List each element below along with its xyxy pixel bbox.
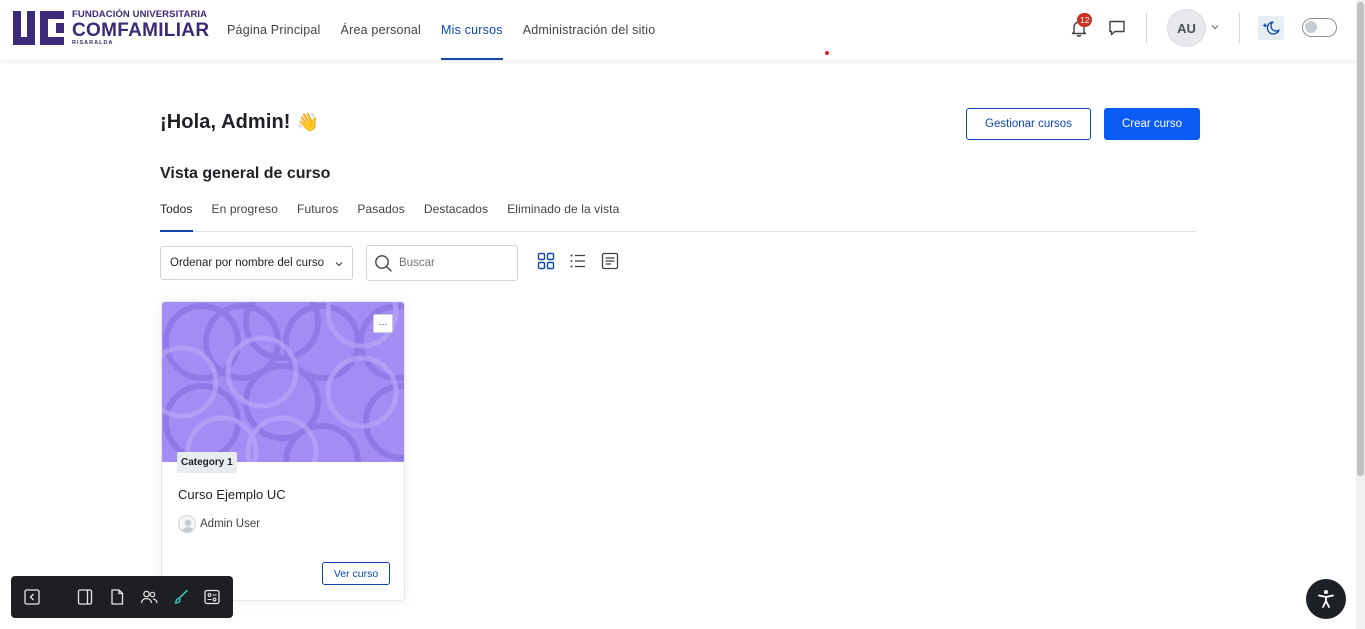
site-logo[interactable]: FUNDACIÓN UNIVERSITARIA COMFAMILIAR RISA… <box>12 9 209 47</box>
create-course-button[interactable]: Crear curso <box>1104 108 1200 140</box>
search-icon <box>375 255 392 272</box>
card-view-icon[interactable] <box>537 252 555 270</box>
page-scrollbar[interactable] <box>1356 0 1365 629</box>
logo-line-3: RISARALDA <box>72 39 114 46</box>
user-icon <box>181 519 195 532</box>
toggle-knob <box>1305 21 1317 33</box>
sort-dropdown-label: Ordenar por nombre del curso <box>170 257 325 269</box>
top-navbar: FUNDACIÓN UNIVERSITARIA COMFAMILIAR RISA… <box>0 0 1356 60</box>
nav-link-dashboard[interactable]: Área personal <box>341 0 421 60</box>
course-card[interactable]: ··· Category 1 Curso Ejemplo UC Admin Us… <box>161 301 405 601</box>
user-avatar-button[interactable]: AU <box>1167 9 1206 47</box>
logo-line-2: COMFAMILIAR <box>72 19 210 41</box>
nav-link-my-courses[interactable]: Mis cursos <box>440 0 503 60</box>
moon-stars-icon <box>1262 21 1280 35</box>
chevron-down-icon[interactable] <box>1210 22 1220 32</box>
course-teacher: Admin User <box>178 515 260 533</box>
tab-past[interactable]: Pasados <box>357 186 404 231</box>
list-view-icon[interactable] <box>569 252 587 270</box>
course-search-box <box>366 245 518 281</box>
navbar-divider <box>1146 13 1147 43</box>
page-greeting: ¡Hola, Admin! 👋 <box>160 111 319 134</box>
waving-hand-icon: 👋 <box>296 112 320 132</box>
logo-mark-icon <box>13 11 64 45</box>
accessibility-button[interactable] <box>1306 579 1346 619</box>
tab-all[interactable]: Todos <box>160 186 193 232</box>
settings-panel-icon[interactable] <box>203 588 221 606</box>
tab-hidden[interactable]: Eliminado de la vista <box>507 186 619 231</box>
nav-link-home[interactable]: Página Principal <box>227 0 321 60</box>
indicator-dot <box>825 51 829 55</box>
sort-dropdown[interactable]: Ordenar por nombre del curso <box>160 246 353 280</box>
teacher-name: Admin User <box>200 518 261 530</box>
accessibility-icon <box>1318 590 1334 608</box>
logo-text: FUNDACIÓN UNIVERSITARIA COMFAMILIAR RISA… <box>72 10 209 46</box>
tab-future[interactable]: Futuros <box>297 186 338 231</box>
course-category-badge: Category 1 <box>177 452 237 473</box>
section-title: Vista general de curso <box>160 165 331 182</box>
tab-in-progress[interactable]: En progreso <box>212 186 278 231</box>
dark-mode-button[interactable] <box>1258 16 1284 40</box>
tab-starred[interactable]: Destacados <box>424 186 488 231</box>
teacher-avatar <box>178 515 196 533</box>
course-actions-menu-button[interactable]: ··· <box>373 314 393 333</box>
search-input[interactable] <box>399 254 509 272</box>
drawer-icon[interactable] <box>76 588 94 606</box>
brush-icon[interactable] <box>172 588 190 606</box>
greeting-text: ¡Hola, Admin! <box>160 111 291 133</box>
document-icon[interactable] <box>108 588 126 606</box>
scrollbar-thumb[interactable] <box>1357 2 1364 476</box>
summary-view-icon[interactable] <box>601 252 619 270</box>
manage-courses-button[interactable]: Gestionar cursos <box>966 108 1091 140</box>
bottom-toolbar <box>11 576 233 618</box>
course-filter-tabs: Todos En progreso Futuros Pasados Destac… <box>160 186 1196 232</box>
notification-count-badge: 12 <box>1077 13 1093 27</box>
primary-navigation: Página Principal Área personal Mis curso… <box>227 0 675 60</box>
users-icon[interactable] <box>140 588 158 606</box>
navbar-divider <box>1239 13 1240 43</box>
chevron-down-icon <box>335 262 343 267</box>
view-course-button[interactable]: Ver curso <box>322 562 390 585</box>
edit-mode-toggle[interactable] <box>1302 18 1337 37</box>
logo-line-1: FUNDACIÓN UNIVERSITARIA <box>72 9 208 20</box>
messages-icon[interactable] <box>1107 18 1127 38</box>
collapse-panel-icon[interactable] <box>23 588 41 606</box>
nav-link-site-admin[interactable]: Administración del sitio <box>523 0 656 60</box>
course-image[interactable] <box>162 302 405 462</box>
course-title-link[interactable]: Curso Ejemplo UC <box>178 487 286 502</box>
